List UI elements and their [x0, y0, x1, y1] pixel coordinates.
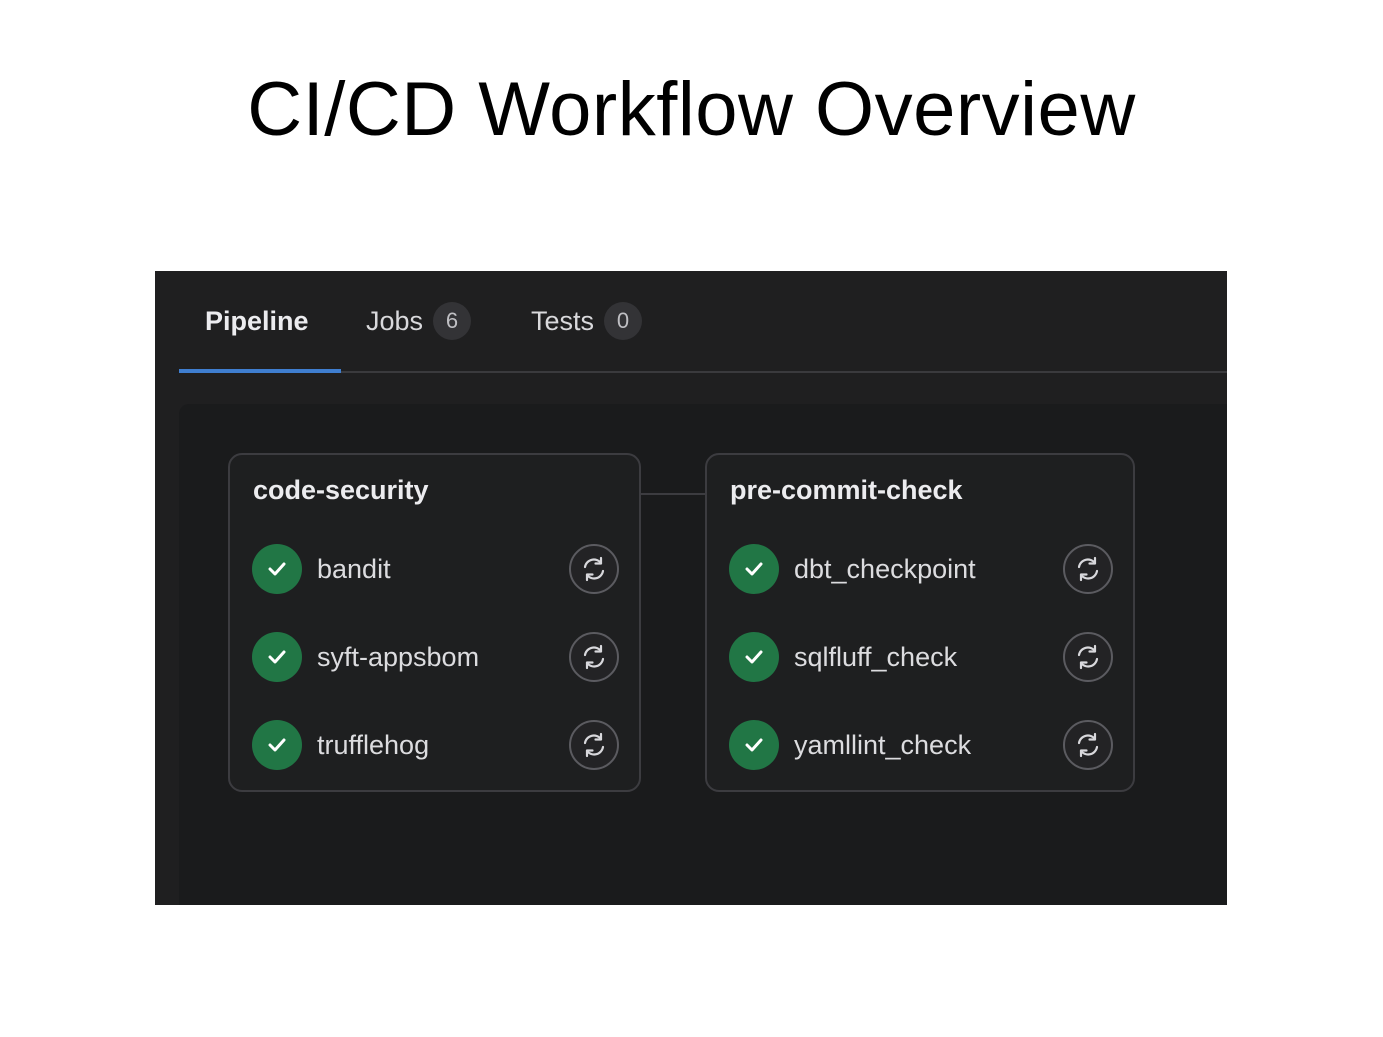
stage-code-security: code-security bandit syft-appsbom truffl…	[228, 453, 641, 792]
retry-button[interactable]	[1063, 632, 1113, 682]
job-name: bandit	[317, 554, 391, 584]
retry-button[interactable]	[1063, 544, 1113, 594]
job-bandit[interactable]: bandit	[252, 544, 619, 594]
stage-pre-commit-check: pre-commit-check dbt_checkpoint sqlfluff…	[705, 453, 1135, 792]
pipeline-panel: Pipeline Jobs 6 Tests 0 code-security ba…	[155, 271, 1227, 905]
job-dbt-checkpoint[interactable]: dbt_checkpoint	[729, 544, 1113, 594]
retry-icon	[583, 732, 605, 758]
tab-bar: Pipeline Jobs 6 Tests 0	[179, 271, 1227, 373]
tab-jobs-label: Jobs	[366, 305, 424, 336]
job-name: trufflehog	[317, 730, 430, 760]
retry-icon	[583, 644, 605, 670]
check-icon	[729, 544, 779, 594]
job-trufflehog[interactable]: trufflehog	[252, 720, 619, 770]
tab-pipeline-label: Pipeline	[205, 305, 309, 336]
retry-icon	[1077, 556, 1099, 582]
retry-button[interactable]	[569, 632, 619, 682]
job-yamllint-check[interactable]: yamllint_check	[729, 720, 1113, 770]
tab-jobs[interactable]: Jobs 6	[366, 271, 472, 371]
active-tab-indicator	[179, 369, 341, 373]
retry-button[interactable]	[1063, 720, 1113, 770]
tab-tests[interactable]: Tests 0	[531, 271, 643, 371]
job-sqlfluff-check[interactable]: sqlfluff_check	[729, 632, 1113, 682]
check-icon	[252, 544, 302, 594]
job-name: dbt_checkpoint	[794, 554, 976, 584]
tab-tests-label: Tests	[531, 305, 595, 336]
check-icon	[729, 632, 779, 682]
stage-title: pre-commit-check	[730, 475, 963, 505]
slide-title: CI/CD Workflow Overview	[247, 67, 1136, 152]
retry-button[interactable]	[569, 544, 619, 594]
retry-button[interactable]	[569, 720, 619, 770]
tests-count-badge: 0	[604, 302, 643, 340]
job-syft-appsbom[interactable]: syft-appsbom	[252, 632, 619, 682]
job-name: yamllint_check	[794, 730, 972, 760]
check-icon	[252, 632, 302, 682]
job-name: syft-appsbom	[317, 642, 480, 672]
stage-title: code-security	[253, 475, 429, 505]
check-icon	[252, 720, 302, 770]
retry-icon	[583, 556, 605, 582]
job-name: sqlfluff_check	[794, 642, 958, 672]
stage-connector	[640, 493, 706, 495]
check-icon	[729, 720, 779, 770]
retry-icon	[1077, 732, 1099, 758]
jobs-count-badge: 6	[433, 302, 472, 340]
retry-icon	[1077, 644, 1099, 670]
tab-pipeline[interactable]: Pipeline	[205, 271, 309, 371]
